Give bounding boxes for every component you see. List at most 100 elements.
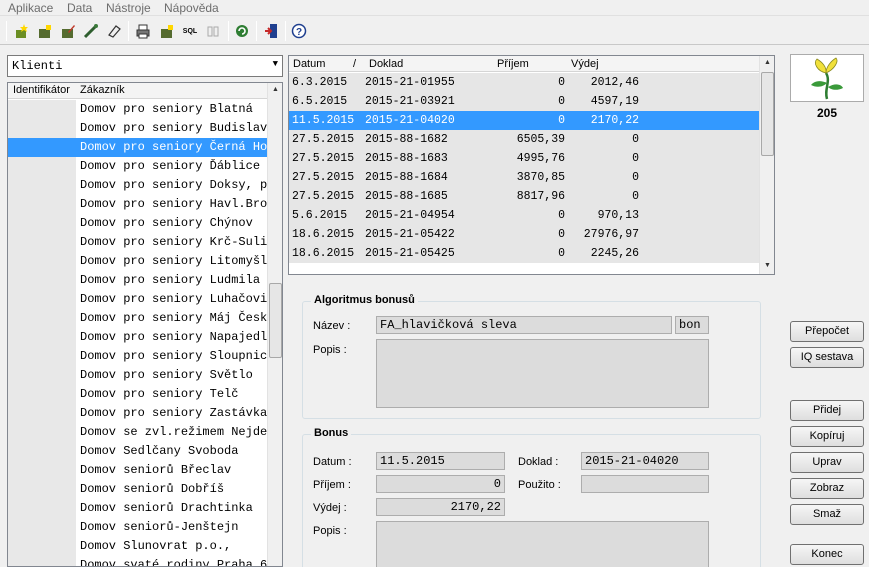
document-date: 27.5.2015 <box>292 190 355 203</box>
client-row[interactable]: Domov Slunovrat p.o., <box>8 537 268 556</box>
client-name: Domov pro seniory Krč-Sulic <box>80 235 268 249</box>
documents-scrollbar[interactable]: ▲ ▼ <box>759 56 774 274</box>
client-list[interactable]: Identifikátor Zákazník Domov pro seniory… <box>7 82 283 567</box>
bonus-used-field[interactable] <box>581 475 709 493</box>
column-header-customer[interactable]: Zákazník <box>80 84 125 96</box>
open-icon[interactable] <box>35 21 55 41</box>
documents-grid[interactable]: Datum / Doklad Příjem Výdej 6.3.2015 2015… <box>288 55 775 275</box>
bonus-used-label: Použito : <box>518 479 561 491</box>
client-name: Domov pro seniory Doksy, př <box>80 178 268 192</box>
client-row[interactable]: Domov seniorů Břeclav <box>8 461 268 480</box>
logo <box>790 54 864 102</box>
menu-aplikace[interactable]: Aplikace <box>8 1 53 15</box>
new-icon[interactable] <box>11 21 31 41</box>
client-row[interactable]: Domov Sedlčany Svoboda <box>8 442 268 461</box>
column-header-document[interactable]: Doklad <box>369 58 403 70</box>
column-header-identifier[interactable]: Identifikátor <box>13 84 70 96</box>
document-row[interactable]: 18.6.2015 2015-21-05422 0 27976,97 <box>289 225 759 244</box>
algorithm-name-field[interactable]: FA_hlavičková sleva <box>376 316 672 334</box>
document-income: 0 <box>558 95 565 108</box>
client-row[interactable]: Domov pro seniory Sloupnice <box>8 347 268 366</box>
open-folder-icon[interactable] <box>157 21 177 41</box>
bonus-date-field[interactable]: 11.5.2015 <box>376 452 505 470</box>
refresh-icon[interactable] <box>232 21 252 41</box>
bonus-income-field[interactable]: 0 <box>376 475 505 493</box>
algorithm-code-field[interactable]: bon <box>675 316 709 334</box>
menu-napoveda[interactable]: Nápověda <box>164 1 219 15</box>
copy-button[interactable]: Kopíruj <box>790 426 864 447</box>
eraser-icon[interactable] <box>104 21 124 41</box>
column-header-date[interactable]: Datum <box>293 58 325 70</box>
client-row[interactable]: Domov pro seniory Luhačovic <box>8 290 268 309</box>
client-row[interactable]: Domov pro seniory Litomyšl <box>8 252 268 271</box>
document-date: 18.6.2015 <box>292 247 355 260</box>
menu-nastroje[interactable]: Nástroje <box>106 1 151 15</box>
bonus-expense-field[interactable]: 2170,22 <box>376 498 505 516</box>
document-row[interactable]: 18.6.2015 2015-21-05425 0 2245,26 <box>289 244 759 263</box>
document-row[interactable]: 27.5.2015 2015-88-1685 8817,96 0 <box>289 187 759 206</box>
client-row[interactable]: Domov pro seniory Telč <box>8 385 268 404</box>
client-row[interactable]: Domov pro seniory Blatná <box>8 100 268 119</box>
wand-icon[interactable] <box>81 21 101 41</box>
menu-data[interactable]: Data <box>67 1 92 15</box>
client-row[interactable]: Domov pro seniory Budislav <box>8 119 268 138</box>
client-row[interactable]: Domov pro seniory Napajedla <box>8 328 268 347</box>
document-expense: 2012,46 <box>590 76 639 89</box>
iq-report-button[interactable]: IQ sestava <box>790 347 864 368</box>
algorithm-name-label: Název : <box>313 320 351 332</box>
client-row[interactable]: Domov pro seniory Chýnov <box>8 214 268 233</box>
column-header-income[interactable]: Příjem <box>497 58 529 70</box>
bonus-document-field[interactable]: 2015-21-04020 <box>581 452 709 470</box>
client-row[interactable]: Domov se zvl.režimem Nejdek <box>8 423 268 442</box>
client-identifier-cell <box>8 499 76 518</box>
exit-icon[interactable] <box>261 21 281 41</box>
client-row[interactable]: Domov pro seniory Ďáblice <box>8 157 268 176</box>
document-income: 6505,39 <box>516 133 565 146</box>
client-row[interactable]: Domov svaté rodiny Praha 6 <box>8 556 268 566</box>
document-row[interactable]: 11.5.2015 2015-21-04020 0 2170,22 <box>289 111 759 130</box>
document-row[interactable]: 27.5.2015 2015-88-1683 4995,76 0 <box>289 149 759 168</box>
scroll-up-icon[interactable]: ▲ <box>268 83 282 97</box>
client-name: Domov pro seniory Ludmila H <box>80 273 268 287</box>
document-row[interactable]: 5.6.2015 2015-21-04954 0 970,13 <box>289 206 759 225</box>
scroll-thumb[interactable] <box>269 283 282 358</box>
bonus-description-field[interactable] <box>376 521 709 567</box>
client-row[interactable]: Domov pro seniory Černá Hor <box>8 138 268 157</box>
client-row[interactable]: Domov pro seniory Zastávka <box>8 404 268 423</box>
scroll-up-icon[interactable]: ▲ <box>760 56 774 70</box>
algorithm-description-field[interactable] <box>376 339 709 408</box>
document-row[interactable]: 27.5.2015 2015-88-1684 3870,85 0 <box>289 168 759 187</box>
client-row[interactable]: Domov pro seniory Havl.Brod <box>8 195 268 214</box>
document-row[interactable]: 6.3.2015 2015-21-01955 0 2012,46 <box>289 73 759 92</box>
client-row[interactable]: Domov pro seniory Ludmila H <box>8 271 268 290</box>
client-identifier-cell <box>8 290 76 309</box>
client-row[interactable]: Domov seniorů-Jenštejn <box>8 518 268 537</box>
document-number: 2015-21-04954 <box>365 209 455 222</box>
edit-icon[interactable] <box>58 21 78 41</box>
help-icon[interactable]: ? <box>289 21 309 41</box>
client-row[interactable]: Domov pro seniory Máj České <box>8 309 268 328</box>
print-icon[interactable] <box>133 21 153 41</box>
client-list-scrollbar[interactable]: ▲ <box>267 83 282 566</box>
client-row[interactable]: Domov seniorů Dobříš <box>8 480 268 499</box>
client-identifier-cell <box>8 461 76 480</box>
document-number: 2015-88-1682 <box>365 133 448 146</box>
end-button[interactable]: Konec <box>790 544 864 565</box>
client-row[interactable]: Domov pro seniory Krč-Sulic <box>8 233 268 252</box>
client-type-select[interactable]: Klienti ▼ <box>7 55 283 77</box>
scroll-down-icon[interactable]: ▼ <box>760 259 774 273</box>
client-row[interactable]: Domov pro seniory Světlo <box>8 366 268 385</box>
sql-icon[interactable]: SQL <box>180 21 200 41</box>
document-row[interactable]: 6.5.2015 2015-21-03921 0 4597,19 <box>289 92 759 111</box>
scroll-thumb[interactable] <box>761 72 774 156</box>
add-button[interactable]: Přidej <box>790 400 864 421</box>
recalculate-button[interactable]: Přepočet <box>790 321 864 342</box>
edit-button[interactable]: Uprav <box>790 452 864 473</box>
client-row[interactable]: Domov pro seniory Doksy, př <box>8 176 268 195</box>
delete-button[interactable]: Smaž <box>790 504 864 525</box>
document-row[interactable]: 27.5.2015 2015-88-1682 6505,39 0 <box>289 130 759 149</box>
show-button[interactable]: Zobraz <box>790 478 864 499</box>
column-header-expense[interactable]: Výdej <box>571 58 599 70</box>
client-identifier-cell <box>8 347 76 366</box>
client-row[interactable]: Domov seniorů Drachtinka <box>8 499 268 518</box>
